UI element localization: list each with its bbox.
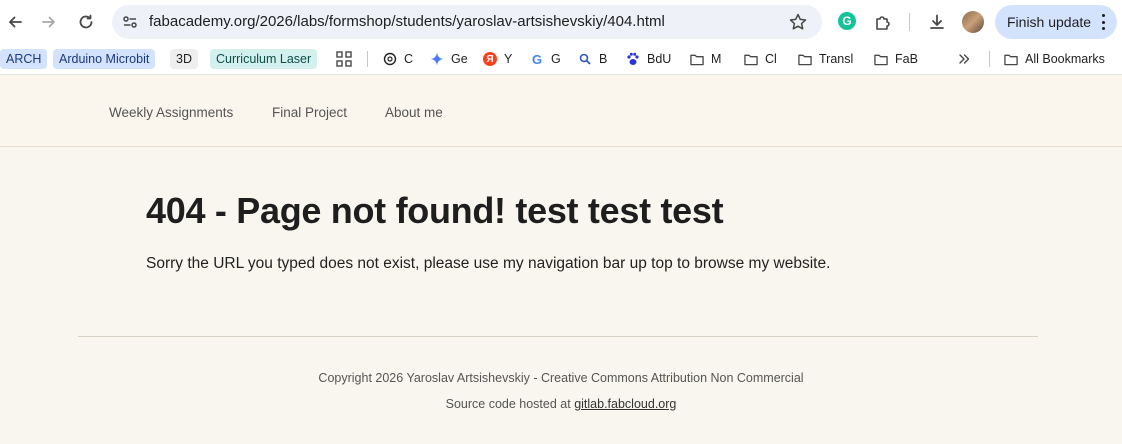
bookmark-label: M — [711, 52, 722, 66]
chevron-double-right-icon — [959, 54, 970, 64]
folder-icon — [874, 52, 888, 66]
nav-about-me[interactable]: About me — [385, 105, 443, 120]
back-button[interactable] — [1, 8, 29, 36]
nav-final-project[interactable]: Final Project — [272, 105, 347, 120]
bookmark-curriculum-laser[interactable]: Curriculum Laser — [210, 49, 318, 69]
bookmark-label: Transl — [819, 52, 854, 66]
footer-source-prefix: Source code hosted at — [445, 397, 571, 411]
more-vertical-icon — [1101, 14, 1105, 30]
bookmark-arch[interactable]: ARCH — [0, 49, 48, 69]
forward-button[interactable] — [35, 8, 63, 36]
footer-source: Source code hosted at gitlab.fabcloud.or… — [0, 397, 1122, 411]
toolbar-divider — [909, 13, 910, 31]
address-bar[interactable]: fabacademy.org/2026/labs/formshop/studen… — [112, 5, 822, 39]
finish-update-button[interactable]: Finish update — [995, 5, 1117, 39]
bookmark-bdu[interactable]: BdU — [626, 49, 671, 69]
url-text[interactable]: fabacademy.org/2026/labs/formshop/studen… — [149, 13, 665, 30]
bookmark-folder-fab[interactable]: FaB — [874, 49, 918, 69]
all-bookmarks-button[interactable]: All Bookmarks — [1004, 49, 1105, 69]
bookmark-b[interactable]: B — [578, 49, 607, 69]
bookmark-c[interactable]: C — [383, 49, 413, 69]
downloads-button[interactable] — [923, 8, 951, 36]
bookmark-label: C — [404, 52, 414, 66]
apps-button[interactable] — [336, 49, 352, 69]
nav-weekly-assignments[interactable]: Weekly Assignments — [109, 105, 233, 120]
star-icon[interactable] — [788, 12, 808, 32]
footer-divider — [78, 336, 1038, 337]
puzzle-icon — [876, 16, 890, 30]
bookmark-label: Y — [504, 52, 513, 66]
folder-icon — [798, 52, 812, 66]
yandex-icon: Я — [483, 52, 497, 66]
bookmark-arduino-microbit[interactable]: Arduino Microbit — [53, 49, 156, 69]
arrow-left-icon — [9, 16, 22, 28]
bookmark-3d[interactable]: 3D — [170, 49, 198, 69]
bookmarks-divider — [989, 51, 990, 67]
bookmark-label: BdU — [647, 52, 672, 66]
footer-copyright: Copyright 2026 Yaroslav Artsishevskiy - … — [318, 371, 804, 385]
bookmark-label: Curriculum Laser — [216, 52, 312, 66]
profile-avatar[interactable] — [962, 11, 984, 33]
site-settings-icon[interactable] — [122, 14, 138, 30]
bookmark-label: B — [599, 52, 608, 66]
arrow-right-icon — [42, 16, 55, 28]
bookmark-label: 3D — [176, 52, 192, 66]
bookmark-y[interactable]: Я Y — [483, 49, 512, 69]
more-bookmarks-button[interactable] — [958, 49, 970, 69]
folder-icon — [1004, 52, 1018, 66]
finish-update-label: Finish update — [1007, 14, 1092, 30]
bookmark-label: Arduino Microbit — [59, 52, 150, 66]
bookmark-label: G — [551, 52, 561, 66]
bookmark-ge[interactable]: Ge — [430, 49, 468, 69]
gitlab-link[interactable]: gitlab.fabcloud.org — [574, 397, 676, 411]
site-navigation: Weekly Assignments Final Project About m… — [0, 75, 1122, 147]
error-message: Sorry the URL you typed does not exist, … — [146, 255, 831, 272]
bookmark-folder-cl[interactable]: Cl — [744, 49, 777, 69]
openai-icon — [383, 52, 397, 66]
gemini-icon — [430, 52, 444, 66]
bookmark-folder-m[interactable]: M — [690, 49, 721, 69]
download-icon — [930, 14, 944, 29]
extensions-button[interactable] — [869, 8, 897, 36]
bookmark-label: Ge — [451, 52, 468, 66]
reload-button[interactable] — [72, 8, 100, 36]
all-bookmarks-label: All Bookmarks — [1025, 52, 1105, 66]
bookmarks-divider — [367, 51, 368, 67]
browser-toolbar: fabacademy.org/2026/labs/formshop/studen… — [0, 0, 1122, 44]
folder-icon — [744, 52, 758, 66]
page-title: 404 - Page not found! test test test — [146, 190, 724, 231]
folder-icon — [690, 52, 704, 66]
grammarly-extension-icon[interactable]: G — [838, 12, 856, 30]
bookmark-g[interactable]: G G — [530, 49, 561, 69]
search-icon — [578, 52, 592, 66]
google-icon: G — [531, 51, 543, 67]
bookmark-label: ARCH — [6, 52, 42, 66]
bookmark-label: Cl — [765, 52, 777, 66]
baidu-icon — [626, 52, 640, 66]
bookmark-label: FaB — [895, 52, 918, 66]
bookmark-folder-transl[interactable]: Transl — [798, 49, 853, 69]
reload-icon — [79, 14, 93, 29]
bookmarks-bar: ARCH Arduino Microbit 3D Curriculum Lase… — [0, 44, 1122, 74]
apps-grid-icon — [336, 51, 352, 67]
